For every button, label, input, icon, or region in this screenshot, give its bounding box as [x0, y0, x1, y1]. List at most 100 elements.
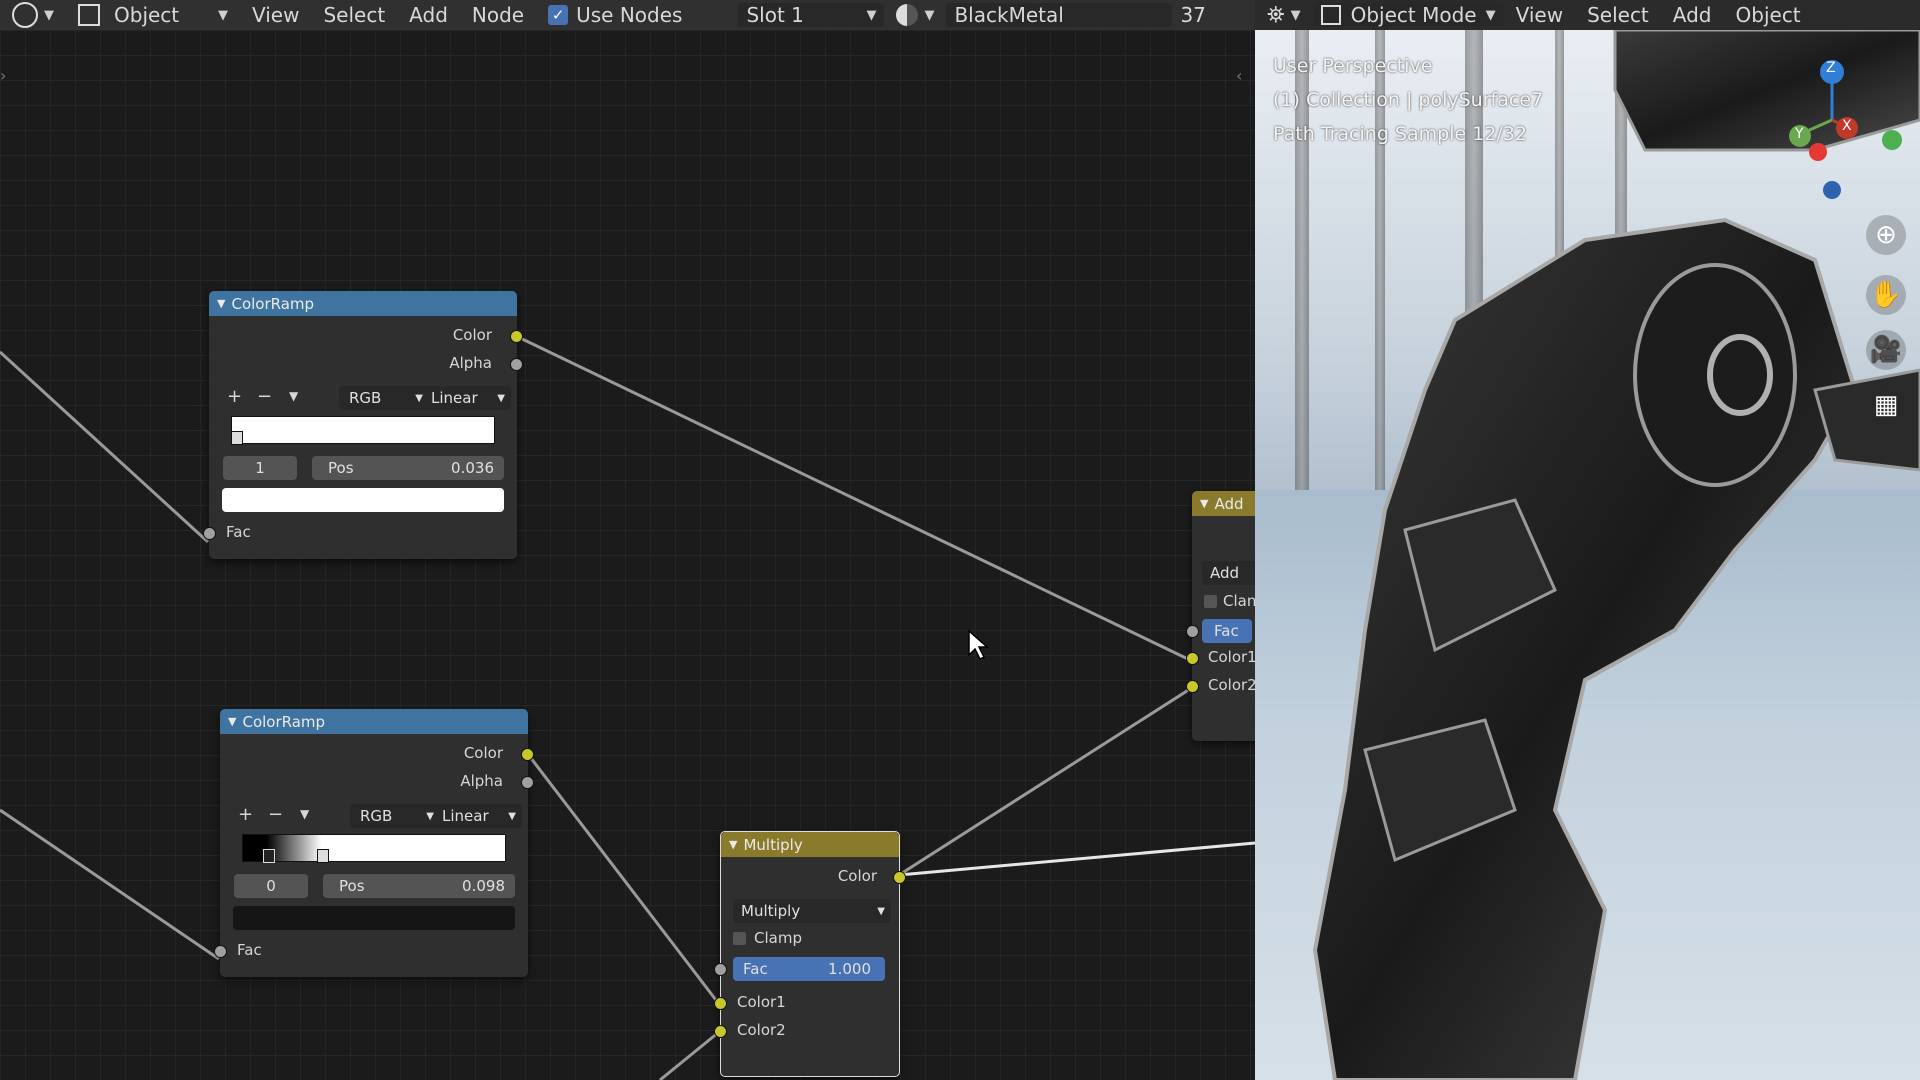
editor-type-button[interactable]: ⛯ ▼	[1255, 0, 1313, 30]
ramp-stop-handle[interactable]	[317, 849, 329, 863]
input-color1-socket[interactable]	[714, 997, 727, 1010]
pos-label: Pos	[339, 877, 365, 895]
interpolation-dropdown[interactable]: Linear ▼	[423, 386, 511, 410]
viewport-perspective-label: User Perspective	[1273, 55, 1433, 77]
menu-select[interactable]: Select	[311, 0, 397, 30]
link-bottom	[659, 1030, 720, 1080]
material-name-field[interactable]: BlackMetal	[946, 3, 1173, 27]
add-stop-button[interactable]: +	[238, 804, 253, 825]
input-color2-socket[interactable]	[1186, 680, 1199, 693]
output-color-socket[interactable]	[510, 330, 523, 343]
multiply-mix-node[interactable]: ▼ Multiply Color Multiply ▼ Clamp Fac 1.…	[714, 831, 906, 1077]
node-editor-canvas[interactable]: › ‹ ▼ ColorRamp Color Alpha + − ▼ RGB ▼	[0, 30, 1255, 1080]
clamp-checkbox[interactable]: Clan	[1204, 592, 1255, 610]
stop-color-swatch[interactable]	[233, 906, 515, 930]
gizmo-y-label: Y	[1795, 126, 1804, 142]
input-color1-socket[interactable]	[1186, 652, 1199, 665]
node-header[interactable]: ▼ ColorRamp	[209, 291, 517, 316]
fac-field[interactable]: Fac	[1202, 619, 1252, 643]
viewport-menu-object[interactable]: Object	[1724, 0, 1813, 30]
remove-stop-button[interactable]: −	[268, 804, 283, 825]
clamp-checkbox[interactable]: Clamp	[733, 929, 802, 947]
add-mix-node[interactable]: ▼ Add Add Clan Fac Color1 Color2	[1186, 491, 1255, 741]
blend-type-value: Multiply	[741, 902, 801, 920]
ramp-stop-handle[interactable]	[263, 849, 275, 863]
input-color1-label: Color1	[737, 993, 786, 1011]
editor-type-button[interactable]: ▼	[0, 0, 66, 30]
color-ramp-gradient[interactable]	[242, 834, 506, 862]
interpolation-value: Linear	[431, 389, 478, 407]
colorramp-node-2[interactable]: ▼ ColorRamp Color Alpha + − ▼ RGB ▼ Line…	[214, 709, 534, 977]
output-color-socket[interactable]	[521, 748, 534, 761]
blend-type-dropdown[interactable]: Add	[1202, 561, 1255, 585]
input-color2-socket[interactable]	[714, 1025, 727, 1038]
viewport-icon: ⛯	[1267, 2, 1285, 28]
ramp-stop-handle[interactable]	[231, 431, 243, 445]
input-fac-socket[interactable]	[714, 963, 727, 976]
zoom-icon[interactable]: ⊕	[1866, 215, 1906, 255]
material-name: BlackMetal	[954, 3, 1064, 27]
mode-dropdown[interactable]: Object Mode ▼	[1312, 3, 1504, 27]
viewport-menu-view[interactable]: View	[1504, 0, 1575, 30]
collapse-arrow-icon[interactable]: ▼	[217, 297, 225, 310]
collapse-arrow-icon[interactable]: ▼	[228, 715, 236, 728]
material-user-count[interactable]: 37	[1172, 0, 1213, 30]
fac-label: Fac	[743, 960, 768, 978]
colorramp-node-1[interactable]: ▼ ColorRamp Color Alpha + − ▼ RGB ▼ Line…	[203, 291, 523, 559]
viewport-menu-select[interactable]: Select	[1575, 0, 1661, 30]
camera-view-icon[interactable]: 🎥	[1866, 330, 1906, 370]
remove-stop-button[interactable]: −	[257, 386, 272, 407]
link-left-to-ramp2	[0, 808, 220, 961]
input-fac-socket[interactable]	[203, 527, 216, 540]
ramp-menu-chevron-icon[interactable]: ▼	[300, 807, 309, 821]
stop-index-value: 0	[266, 877, 276, 895]
menu-node[interactable]: Node	[460, 0, 536, 30]
input-fac-label: Fac	[226, 523, 251, 541]
input-color2-label: Color2	[1208, 676, 1255, 694]
material-browse-button[interactable]: ▼	[884, 0, 946, 30]
viewport-collection-label: (1) Collection | polySurface7	[1273, 89, 1544, 111]
node-title: ColorRamp	[231, 294, 315, 313]
menu-add[interactable]: Add	[397, 0, 460, 30]
color-ramp-gradient[interactable]	[231, 416, 495, 444]
output-color-socket[interactable]	[893, 871, 906, 884]
3d-viewport[interactable]: User Perspective (1) Collection | polySu…	[1255, 30, 1920, 1080]
slot-dropdown[interactable]: Slot 1 ▼	[738, 3, 885, 27]
stop-position-field[interactable]: Pos 0.098	[323, 874, 515, 898]
output-color-label: Color	[463, 744, 503, 762]
chevron-down-icon: ▼	[497, 392, 505, 404]
collapse-arrow-icon[interactable]: ▼	[1200, 497, 1208, 510]
color-mode-value: RGB	[360, 807, 393, 825]
color-mode-dropdown[interactable]: RGB ▼	[339, 386, 429, 410]
stop-position-field[interactable]: Pos 0.036	[312, 456, 504, 480]
output-alpha-socket[interactable]	[510, 358, 523, 371]
blend-type-dropdown[interactable]: Multiply ▼	[733, 899, 891, 923]
input-fac-socket[interactable]	[214, 945, 227, 958]
viewport-menu-add[interactable]: Add	[1661, 0, 1724, 30]
menu-view[interactable]: View	[240, 0, 311, 30]
node-header[interactable]: ▼ ColorRamp	[220, 709, 528, 734]
pan-hand-icon[interactable]: ✋	[1866, 275, 1906, 315]
use-nodes-toggle[interactable]: ✓ Use Nodes	[536, 0, 694, 30]
orthographic-toggle-icon[interactable]: ▦	[1866, 385, 1906, 425]
chevron-down-icon: ▼	[877, 905, 885, 917]
use-nodes-label: Use Nodes	[576, 3, 683, 27]
pos-value: 0.036	[451, 459, 494, 477]
stop-index-field[interactable]: 0	[234, 874, 308, 898]
node-header[interactable]: ▼ Multiply	[721, 832, 899, 857]
ramp-menu-chevron-icon[interactable]: ▼	[289, 389, 298, 403]
stop-index-field[interactable]: 1	[223, 456, 297, 480]
node-header[interactable]: ▼ Add	[1192, 491, 1255, 516]
color-mode-dropdown[interactable]: RGB ▼	[350, 804, 440, 828]
output-alpha-socket[interactable]	[521, 776, 534, 789]
add-stop-button[interactable]: +	[227, 386, 242, 407]
input-fac-socket[interactable]	[1186, 625, 1199, 638]
fac-field[interactable]: Fac 1.000	[733, 957, 885, 981]
node-links	[0, 334, 1255, 1080]
stop-color-swatch[interactable]	[222, 488, 504, 512]
object-type-dropdown[interactable]: Object ▼	[66, 0, 240, 30]
gizmo-x-label: X	[1842, 118, 1852, 134]
interpolation-dropdown[interactable]: Linear ▼	[434, 804, 522, 828]
object-icon	[78, 4, 100, 26]
collapse-arrow-icon[interactable]: ▼	[729, 838, 737, 851]
